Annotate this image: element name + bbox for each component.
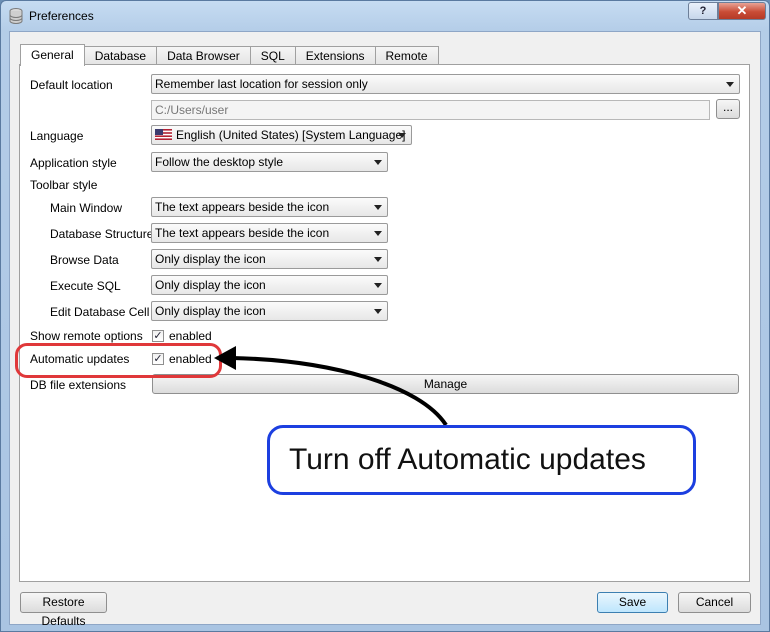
tab-general[interactable]: General [20, 44, 85, 66]
annotation-arrow-icon [214, 346, 448, 427]
annotation-callout: Turn off Automatic updates [267, 425, 696, 495]
